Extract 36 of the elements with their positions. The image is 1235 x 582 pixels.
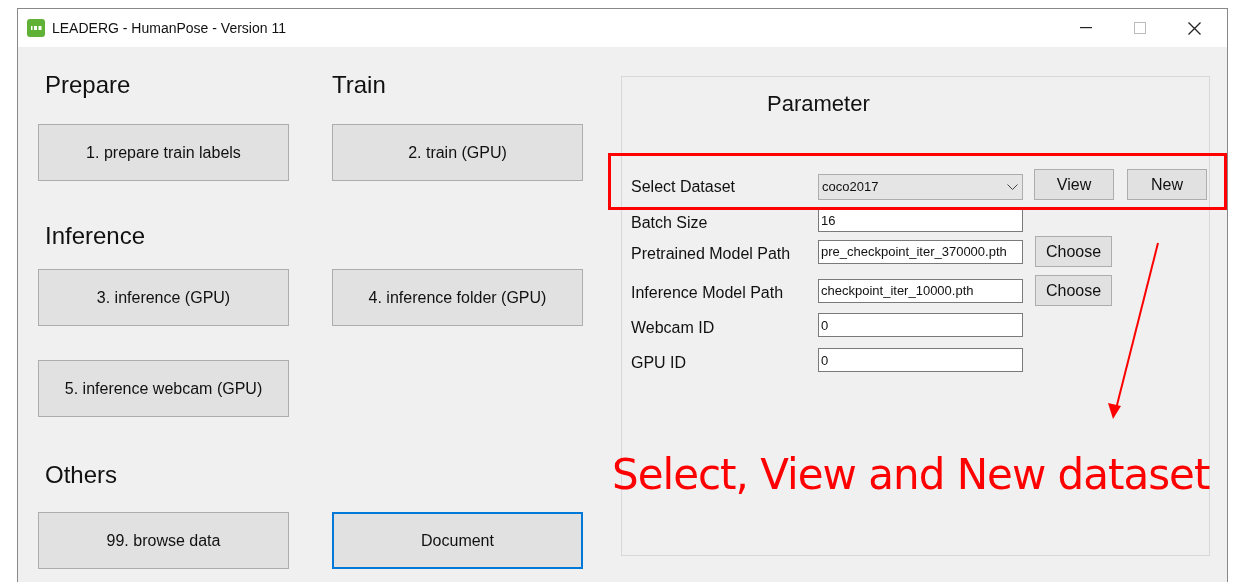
action-button[interactable]: 5. inference webcam (GPU) <box>38 360 289 417</box>
input-field[interactable]: 16 <box>818 208 1023 232</box>
field-label: Inference Model Path <box>631 282 785 303</box>
minimize-icon <box>1080 27 1092 29</box>
dropdown-value: coco2017 <box>822 177 880 196</box>
dataset-dropdown[interactable]: coco2017 <box>818 173 1023 200</box>
app-icon <box>27 19 45 37</box>
annotation-caption: Select, View and New dataset <box>612 449 1210 501</box>
section-heading: Others <box>45 460 119 490</box>
dataset-button[interactable]: Choose <box>1035 275 1112 306</box>
section-heading: Prepare <box>45 70 132 100</box>
action-button[interactable]: 2. train (GPU) <box>332 124 583 181</box>
field-label: GPU ID <box>631 353 688 373</box>
maximize-icon <box>1134 22 1146 34</box>
input-field[interactable]: checkpoint_iter_10000.pth <box>818 278 1023 303</box>
input-field[interactable]: 0 <box>818 313 1023 337</box>
dataset-button[interactable]: View <box>1034 169 1114 200</box>
section-heading: Train <box>332 70 386 100</box>
input-field[interactable]: 0 <box>818 348 1023 372</box>
action-button[interactable]: 99. browse data <box>38 512 289 569</box>
input-field[interactable]: pre_checkpoint_iter_370000.pth <box>818 239 1023 264</box>
field-label: Webcam ID <box>631 318 716 338</box>
action-button[interactable]: 4. inference folder (GPU) <box>332 269 583 326</box>
field-label: Pretrained Model Path <box>631 243 792 264</box>
window-title: LEADERG - HumanPose - Version 11 <box>52 18 286 38</box>
field-label: Batch Size <box>631 213 709 233</box>
chevron-down-icon <box>1007 183 1018 190</box>
dataset-button[interactable]: New <box>1127 169 1207 200</box>
action-button[interactable]: 1. prepare train labels <box>38 124 289 181</box>
action-button[interactable]: 3. inference (GPU) <box>38 269 289 326</box>
section-heading: Inference <box>45 221 147 251</box>
group-title: Parameter <box>767 91 870 116</box>
dataset-button[interactable]: Choose <box>1035 236 1112 267</box>
close-icon <box>1187 21 1201 35</box>
action-button[interactable]: Document <box>332 512 583 569</box>
field-label: Select Dataset <box>631 176 737 197</box>
